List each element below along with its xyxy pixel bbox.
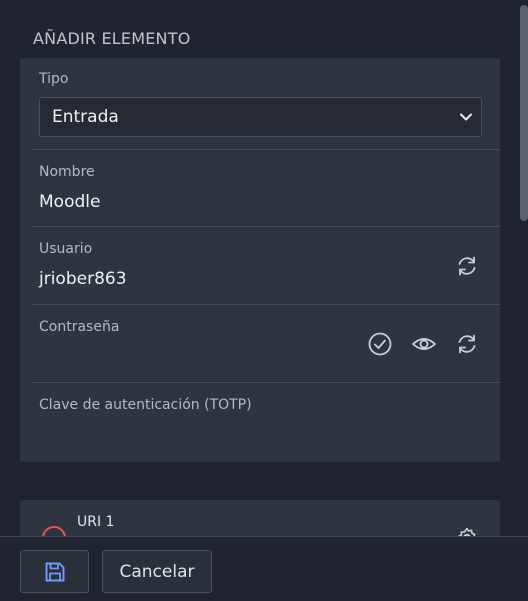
save-button[interactable]: [20, 550, 89, 593]
name-input[interactable]: Moodle: [39, 192, 100, 212]
refresh-icon: [458, 256, 476, 276]
totp-label: Clave de autenticación (TOTP): [39, 397, 252, 413]
type-select-value: Entrada: [52, 107, 119, 127]
name-field[interactable]: Nombre Moodle: [20, 150, 500, 227]
username-field[interactable]: Usuario jriober863: [20, 227, 500, 305]
username-label: Usuario: [39, 241, 93, 257]
generate-username-button[interactable]: [453, 252, 481, 280]
totp-field[interactable]: Clave de autenticación (TOTP): [20, 383, 500, 462]
refresh-icon: [458, 334, 476, 354]
check-circle-icon: [368, 332, 392, 356]
generate-password-button[interactable]: [453, 330, 481, 358]
scrollbar[interactable]: [518, 0, 528, 537]
password-label: Contraseña: [39, 319, 120, 335]
cancel-button[interactable]: Cancelar: [102, 550, 212, 593]
password-field[interactable]: Contraseña: [20, 305, 500, 383]
section-heading: AÑADIR ELEMENTO: [33, 29, 191, 48]
save-icon: [45, 562, 64, 581]
toggle-password-visibility-button[interactable]: [410, 330, 438, 358]
type-label: Tipo: [39, 71, 69, 87]
eye-icon: [412, 338, 436, 350]
item-details-card: Tipo Entrada Nombre Moodle Usuario jriob…: [20, 58, 500, 462]
type-select[interactable]: Entrada: [39, 97, 482, 137]
uri-label: URI 1: [77, 514, 115, 530]
scrollbar-thumb[interactable]: [520, 5, 528, 221]
type-field: Tipo Entrada: [20, 58, 500, 150]
check-password-button[interactable]: [366, 330, 394, 358]
chevron-down-icon: [460, 113, 472, 121]
name-label: Nombre: [39, 164, 95, 180]
username-input[interactable]: jriober863: [39, 269, 127, 289]
footer-bar: Cancelar: [0, 536, 528, 601]
